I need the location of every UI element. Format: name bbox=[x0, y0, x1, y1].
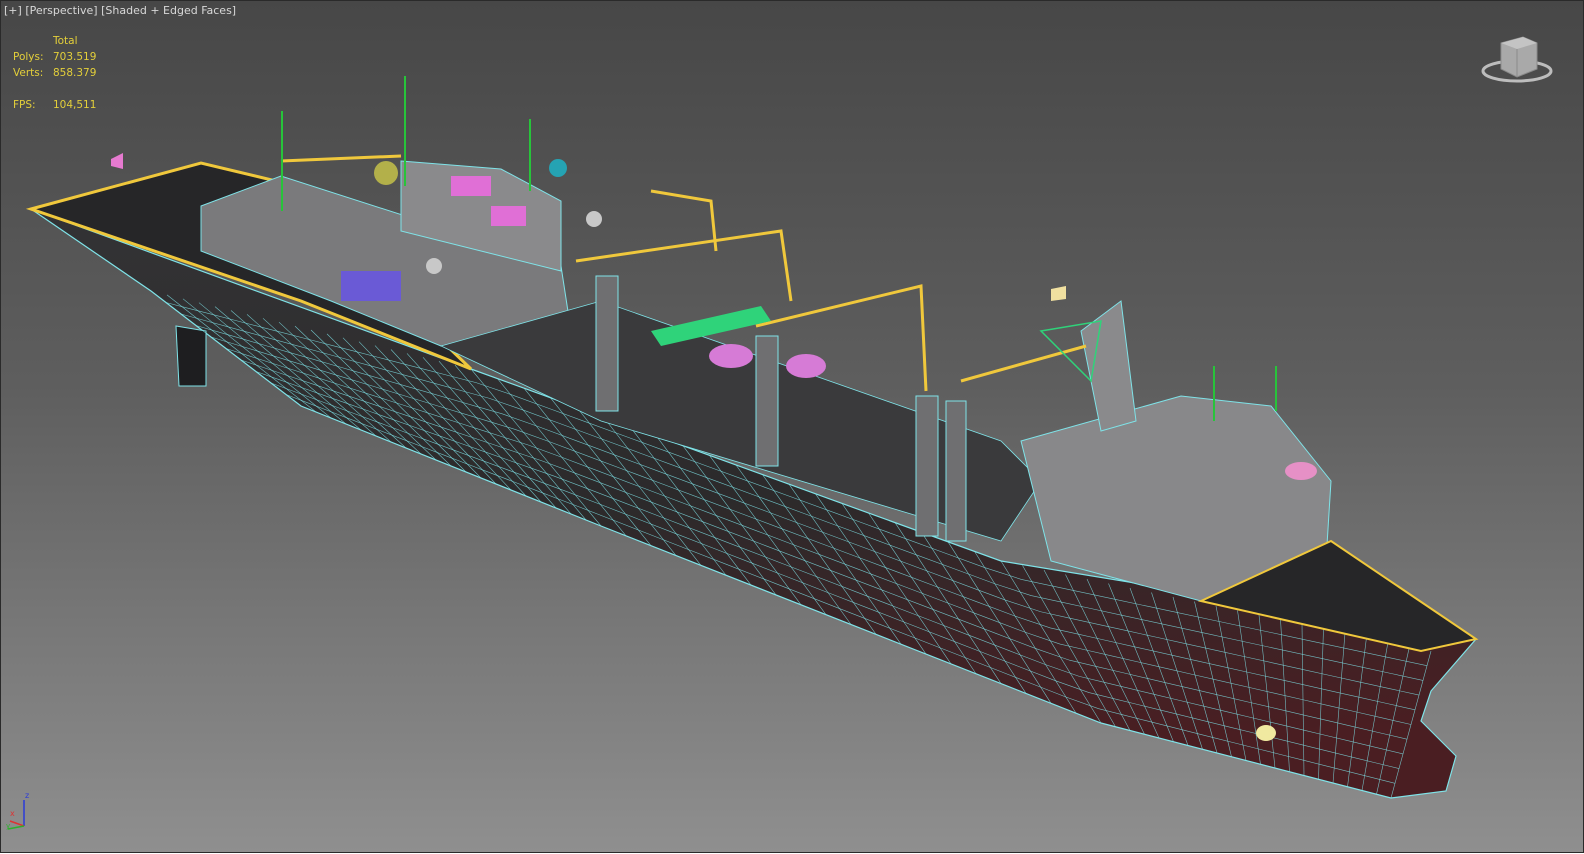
gizmo-x: x bbox=[10, 809, 15, 818]
fps-label: FPS: bbox=[13, 99, 36, 111]
shading-mode-button[interactable]: [Shaded + Edged Faces] bbox=[101, 4, 236, 17]
rudder bbox=[175, 325, 207, 387]
axis-gizmo-icon: z x y bbox=[6, 791, 29, 830]
viewport-label: [+] [Perspective] [Shaded + Edged Faces] bbox=[4, 4, 236, 17]
fps-value: 104,511 bbox=[53, 99, 97, 111]
polys-label: Polys: bbox=[13, 51, 44, 63]
viewport-menu-button[interactable]: [+] bbox=[4, 4, 22, 17]
gizmo-y: y bbox=[6, 822, 10, 830]
view-type-button[interactable]: [Perspective] bbox=[25, 4, 97, 17]
verts-value: 858.379 bbox=[53, 67, 97, 79]
gizmo-z: z bbox=[25, 791, 29, 800]
ship-model[interactable] bbox=[1, 1, 1584, 854]
stats-header: Total bbox=[53, 35, 78, 47]
perspective-viewport[interactable]: [+] [Perspective] [Shaded + Edged Faces]… bbox=[0, 0, 1584, 853]
polys-value: 703.519 bbox=[53, 51, 97, 63]
verts-label: Verts: bbox=[13, 67, 44, 79]
mast bbox=[1080, 300, 1137, 432]
viewcube-icon[interactable] bbox=[1481, 33, 1553, 85]
statistics-overlay: Total Polys: 703.519 Verts: 858.379 FPS: 10… bbox=[13, 33, 96, 113]
